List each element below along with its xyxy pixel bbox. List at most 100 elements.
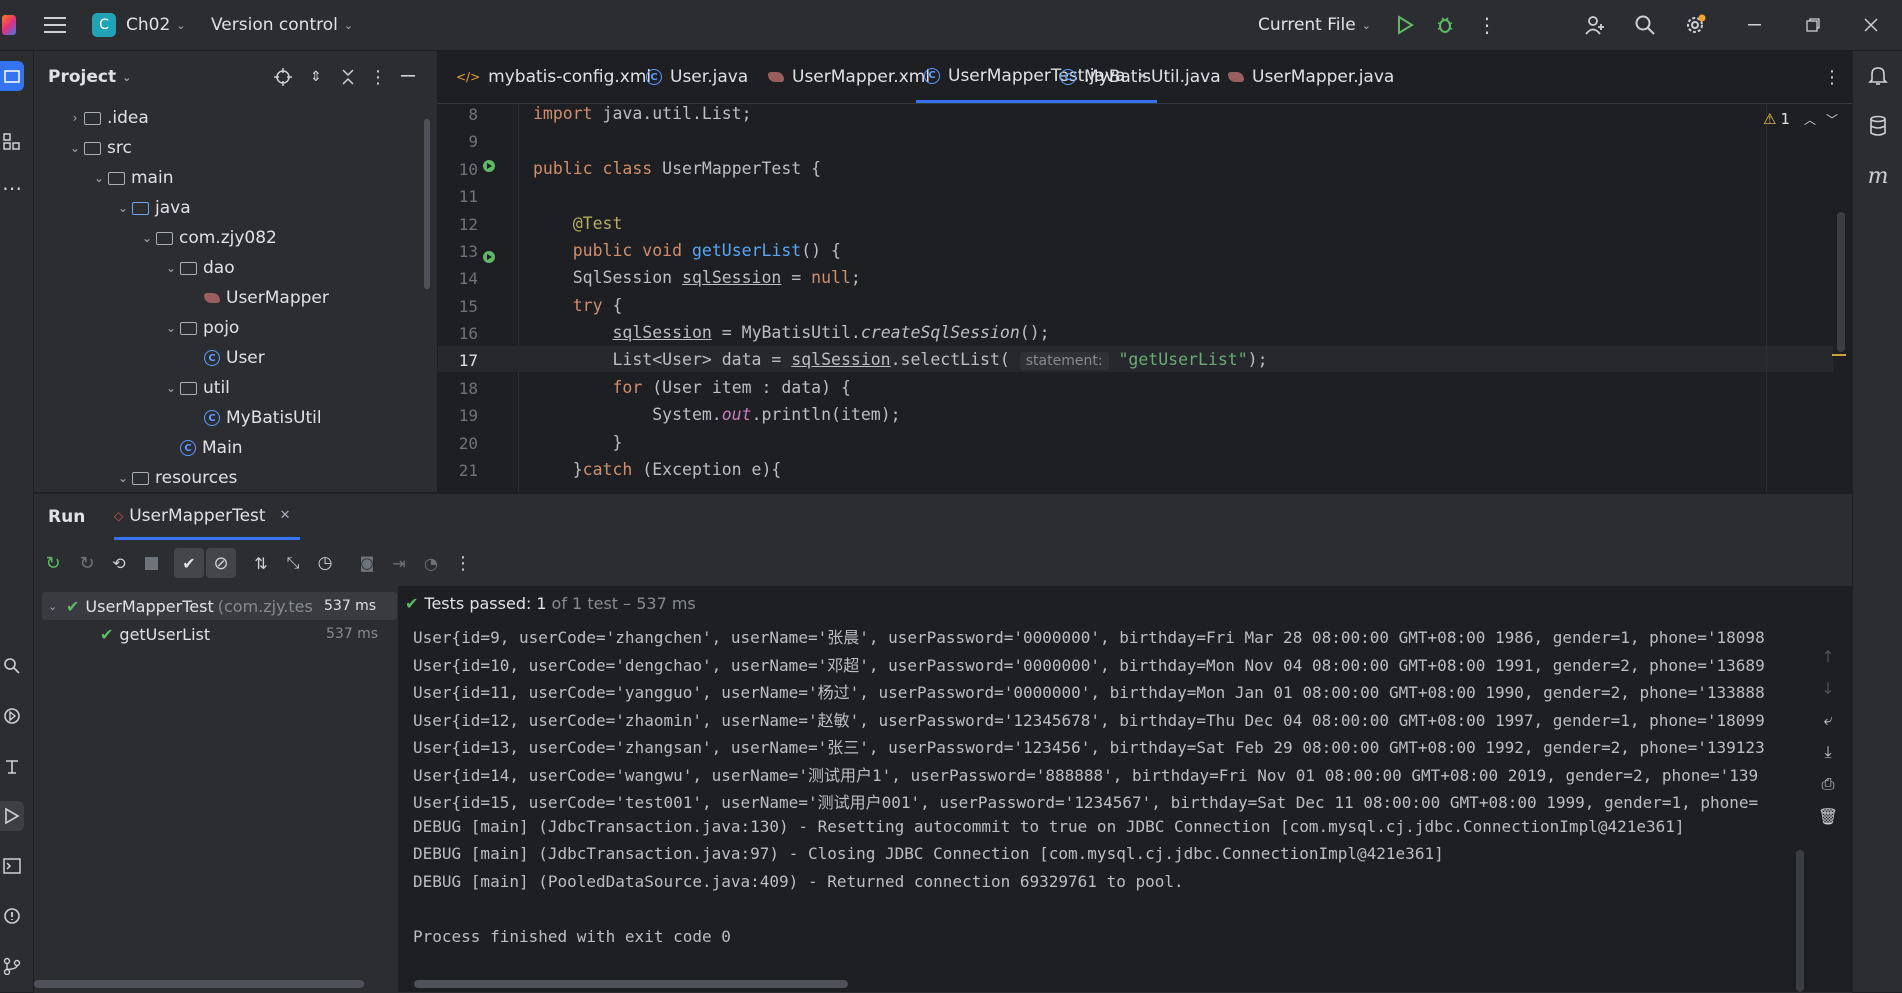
- clear-trash-icon[interactable]: 🗑: [1814, 802, 1842, 830]
- project-scrollbar[interactable]: [424, 119, 430, 289]
- tree-item[interactable]: ⌄ src: [66, 133, 132, 163]
- chevron-down-icon[interactable]: ⌄: [90, 171, 108, 185]
- tree-item[interactable]: ⌄ util: [162, 373, 230, 403]
- soft-wrap-icon[interactable]: ⤶: [1814, 706, 1842, 734]
- debug-icon[interactable]: [1430, 10, 1460, 40]
- editor-tab[interactable]: UserMapper.java: [1220, 51, 1404, 103]
- search-icon[interactable]: [1630, 10, 1660, 40]
- git-tool-icon[interactable]: [0, 951, 24, 981]
- collapse-all-icon[interactable]: [334, 63, 362, 91]
- coverage-icon[interactable]: ◔: [416, 548, 446, 578]
- run-icon[interactable]: [1390, 10, 1420, 40]
- run-tool-icon[interactable]: [0, 801, 24, 831]
- chevron-down-icon[interactable]: ⌄: [66, 141, 84, 155]
- structure-tool-icon[interactable]: [0, 126, 24, 156]
- console-vscrollbar[interactable]: [1796, 850, 1804, 992]
- chevron-down-icon[interactable]: ⌄: [114, 471, 132, 485]
- inspection-widget[interactable]: ⚠ 1 ︿ ﹀: [1763, 104, 1838, 134]
- stop-icon[interactable]: [136, 548, 166, 578]
- find-tool-icon[interactable]: [0, 651, 24, 681]
- camera-icon[interactable]: ◙: [352, 548, 382, 578]
- tree-item[interactable]: ⌄ java: [114, 193, 191, 223]
- show-passed-icon[interactable]: ✔: [174, 548, 204, 578]
- close-window-icon[interactable]: [1856, 10, 1886, 40]
- rerun-failed-icon[interactable]: ↻: [72, 548, 102, 578]
- maven-icon[interactable]: m: [1863, 161, 1893, 191]
- build-tool-icon[interactable]: [0, 751, 24, 781]
- line-number: 15: [458, 297, 478, 316]
- project-tool-icon[interactable]: [0, 61, 24, 91]
- chevron-down-icon[interactable]: ﹀: [1826, 111, 1838, 128]
- more-tools-icon[interactable]: ⋯: [0, 173, 24, 203]
- sort-by-duration-icon[interactable]: ⤡: [278, 548, 308, 578]
- chevron-down-icon[interactable]: ⌄: [162, 381, 180, 395]
- run-test-gutter-icon[interactable]: [482, 250, 498, 270]
- terminal-tool-icon[interactable]: [0, 851, 24, 881]
- rerun-icon[interactable]: ↻: [38, 548, 68, 578]
- tree-item[interactable]: ⌄ resources: [114, 463, 237, 493]
- toggle-auto-test-icon[interactable]: ⟲: [104, 548, 134, 578]
- tree-item[interactable]: UserMapper: [186, 283, 329, 313]
- import-icon[interactable]: ⇥: [384, 548, 414, 578]
- main-menu-icon[interactable]: [40, 10, 70, 40]
- chevron-right-icon[interactable]: ›: [66, 111, 84, 125]
- arrow-down-icon[interactable]: ↓: [1814, 674, 1842, 702]
- test-suite-row[interactable]: ⌄ ✔ UserMapperTest (com.zjy.tes: [48, 592, 313, 620]
- run-test-gutter-icon[interactable]: [482, 159, 498, 179]
- close-tab-icon[interactable]: ✕: [280, 508, 291, 523]
- editor-tab[interactable]: UserMapper.xml: [760, 51, 940, 103]
- minimize-icon[interactable]: [1740, 10, 1770, 40]
- show-ignored-icon[interactable]: ⊘: [206, 548, 236, 578]
- tree-item[interactable]: › .idea: [66, 103, 149, 133]
- chevron-down-icon[interactable]: ⌄: [162, 321, 180, 335]
- more-actions-icon[interactable]: ⋮: [1472, 10, 1502, 40]
- run-config-tab[interactable]: ◇ UserMapperTest ✕: [114, 494, 301, 540]
- tree-item[interactable]: C Main: [162, 433, 243, 463]
- editor-tab[interactable]: </> mybatis-config.xml: [448, 51, 661, 103]
- panel-options-icon[interactable]: ⋮: [364, 63, 392, 91]
- tree-item[interactable]: ⌄ pojo: [162, 313, 239, 343]
- tree-item[interactable]: ⌄ com.zjy082: [138, 223, 277, 253]
- locate-icon[interactable]: [269, 63, 297, 91]
- console-output[interactable]: User{id=9, userCode='zhangchen', userNam…: [399, 586, 1804, 992]
- pass-check-icon: ✔: [66, 596, 80, 616]
- services-tool-icon[interactable]: [0, 701, 24, 731]
- chevron-down-icon[interactable]: ⌄: [138, 231, 156, 245]
- chevron-down-icon[interactable]: ⌄: [162, 261, 180, 275]
- tree-item[interactable]: ⌄ dao: [162, 253, 235, 283]
- more-options-icon[interactable]: ⋮: [448, 548, 478, 578]
- tree-item[interactable]: C MyBatisUtil: [186, 403, 322, 433]
- settings-gear-icon[interactable]: [1680, 10, 1710, 40]
- console-hscrollbar[interactable]: [414, 980, 848, 988]
- database-icon[interactable]: [1863, 111, 1893, 141]
- tree-hscrollbar[interactable]: [34, 980, 364, 988]
- problems-tool-icon[interactable]: [0, 901, 24, 931]
- hide-panel-icon[interactable]: [394, 63, 422, 91]
- code-editor[interactable]: 8 9 10 11 12 13 14 15 16 17 18 19 20 21 import java.u…: [438, 104, 1852, 492]
- notifications-icon[interactable]: [1863, 61, 1893, 91]
- expand-all-icon[interactable]: ⇕: [302, 63, 330, 91]
- scroll-to-end-icon[interactable]: ⤓: [1814, 738, 1842, 766]
- editor-tab[interactable]: C User.java: [638, 51, 758, 103]
- sort-alphabetically-icon[interactable]: ⇅: [246, 548, 276, 578]
- tree-item[interactable]: C User: [186, 343, 265, 373]
- app-logo-icon[interactable]: [0, 10, 18, 40]
- chevron-down-icon[interactable]: ⌄: [114, 201, 132, 215]
- add-user-icon[interactable]: [1580, 10, 1610, 40]
- project-selector[interactable]: C Ch02 ⌄: [92, 0, 186, 50]
- print-icon[interactable]: ⎙: [1814, 770, 1842, 798]
- chevron-up-icon[interactable]: ︿: [1804, 111, 1816, 128]
- arrow-up-icon[interactable]: ↑: [1814, 642, 1842, 670]
- editor-tab[interactable]: C MyBatisUtil.java: [1052, 51, 1231, 103]
- tree-item[interactable]: ⌄ main: [90, 163, 174, 193]
- history-icon[interactable]: ◷: [310, 548, 340, 578]
- test-case-row[interactable]: ✔ getUserList: [100, 620, 210, 648]
- project-panel-header[interactable]: Project ⌄: [48, 51, 131, 103]
- warning-stripe[interactable]: [1832, 354, 1846, 356]
- editor-scrollbar[interactable]: [1837, 212, 1845, 352]
- run-config-selector[interactable]: Current File ⌄: [1258, 0, 1371, 50]
- restore-icon[interactable]: [1798, 10, 1828, 40]
- tab-options-icon[interactable]: ⋮: [1818, 63, 1846, 91]
- version-control-menu[interactable]: Version control ⌄: [211, 0, 353, 50]
- tree-item-label: Main: [202, 438, 243, 458]
